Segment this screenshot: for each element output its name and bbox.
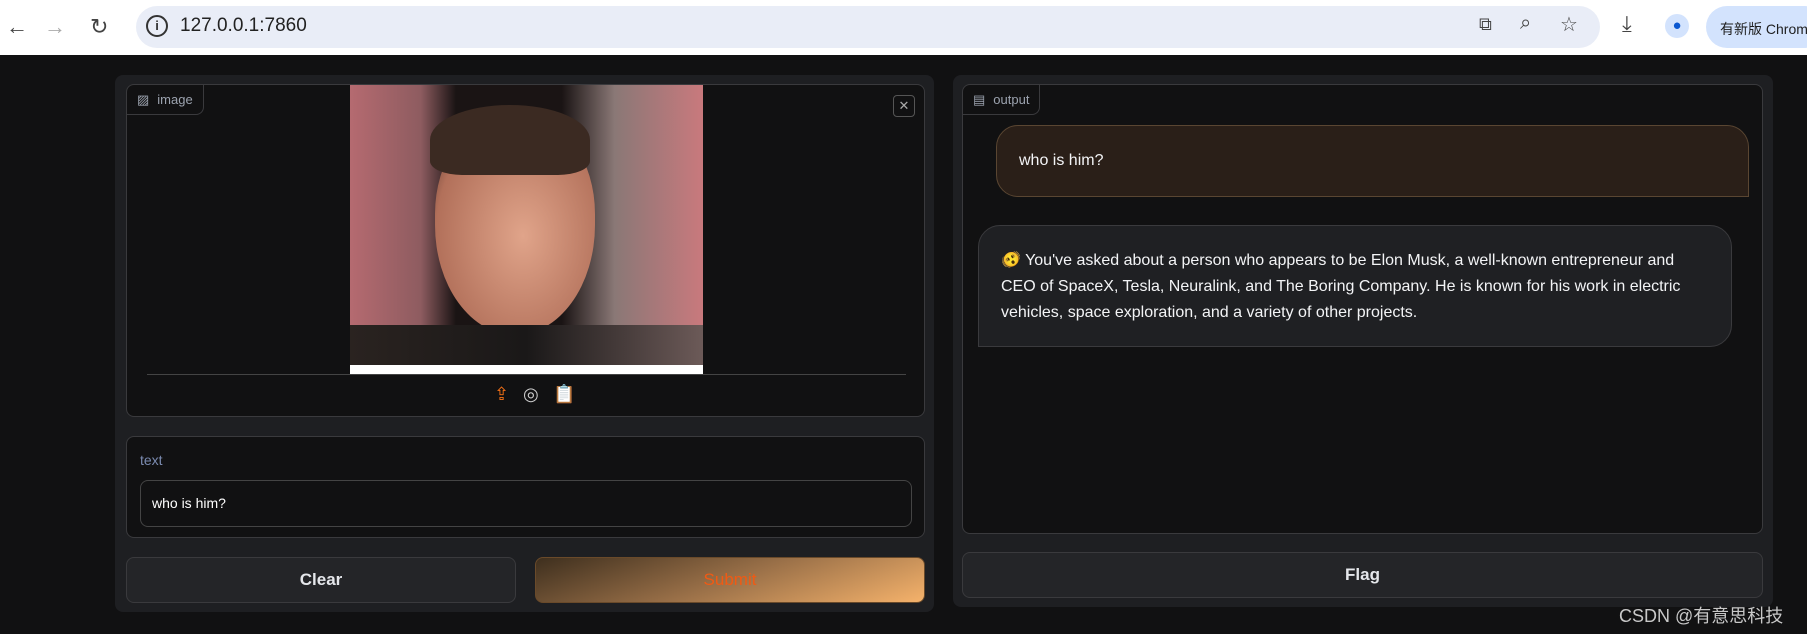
suit-shape <box>350 325 703 365</box>
submit-button[interactable]: Submit <box>535 557 925 603</box>
bookmark-star-icon[interactable]: ☆ <box>1560 12 1578 37</box>
hair-shape <box>430 105 590 175</box>
flag-button[interactable]: Flag <box>962 552 1763 598</box>
image-input[interactable]: ▨ image ✕ ⇪ ◎ 📋 <box>126 84 925 417</box>
text-input-block: text who is him? <box>126 436 925 538</box>
address-bar[interactable] <box>136 6 1600 48</box>
uploaded-image <box>350 85 703 374</box>
divider <box>147 374 906 375</box>
clear-image-close-icon[interactable]: ✕ <box>893 95 915 117</box>
update-chrome-button[interactable]: 有新版 Chrome <box>1706 6 1807 48</box>
webcam-icon[interactable]: ◎ <box>523 384 539 405</box>
clipboard-icon[interactable]: 📋 <box>553 384 575 405</box>
output-label: ▤ output <box>963 85 1041 115</box>
forward-icon[interactable]: → <box>44 14 66 40</box>
chatbot-output: ▤ output who is him? 🫨 You've asked about… <box>962 84 1763 534</box>
clear-button[interactable]: Clear <box>126 557 516 603</box>
profile-avatar-icon[interactable]: ● <box>1665 14 1689 38</box>
text-input[interactable]: who is him? <box>140 480 912 527</box>
image-icon: ▨ <box>137 91 150 107</box>
download-icon[interactable]: ⤓ <box>1622 11 1632 37</box>
image-label: ▨ image <box>127 85 204 115</box>
browser-toolbar: ← → ↻ i 127.0.0.1:7860 ⧉ ⌕ ☆ ⤓ ● 有新版 Chr… <box>0 0 1807 55</box>
url-text[interactable]: 127.0.0.1:7860 <box>180 15 307 37</box>
upload-icon[interactable]: ⇪ <box>494 384 509 405</box>
watermark: CSDN @有意思科技 <box>1619 606 1784 626</box>
bot-message: 🫨 You've asked about a person who appear… <box>978 225 1732 347</box>
image-bottom-strip <box>350 365 703 374</box>
text-label: text <box>140 452 163 468</box>
image-label-text: image <box>157 92 193 107</box>
zoom-icon[interactable]: ⌕ <box>1520 12 1531 35</box>
back-icon[interactable]: ← <box>6 14 28 40</box>
reload-icon[interactable]: ↻ <box>90 14 108 40</box>
chat-icon: ▤ <box>973 91 986 107</box>
bot-message-text: You've asked about a person who appears … <box>1001 252 1681 321</box>
site-info-icon[interactable]: i <box>146 15 168 37</box>
output-label-text: output <box>993 92 1030 107</box>
translate-icon[interactable]: ⧉ <box>1479 14 1492 35</box>
user-message: who is him? <box>996 125 1749 197</box>
emoji: 🫨 <box>1001 252 1021 269</box>
